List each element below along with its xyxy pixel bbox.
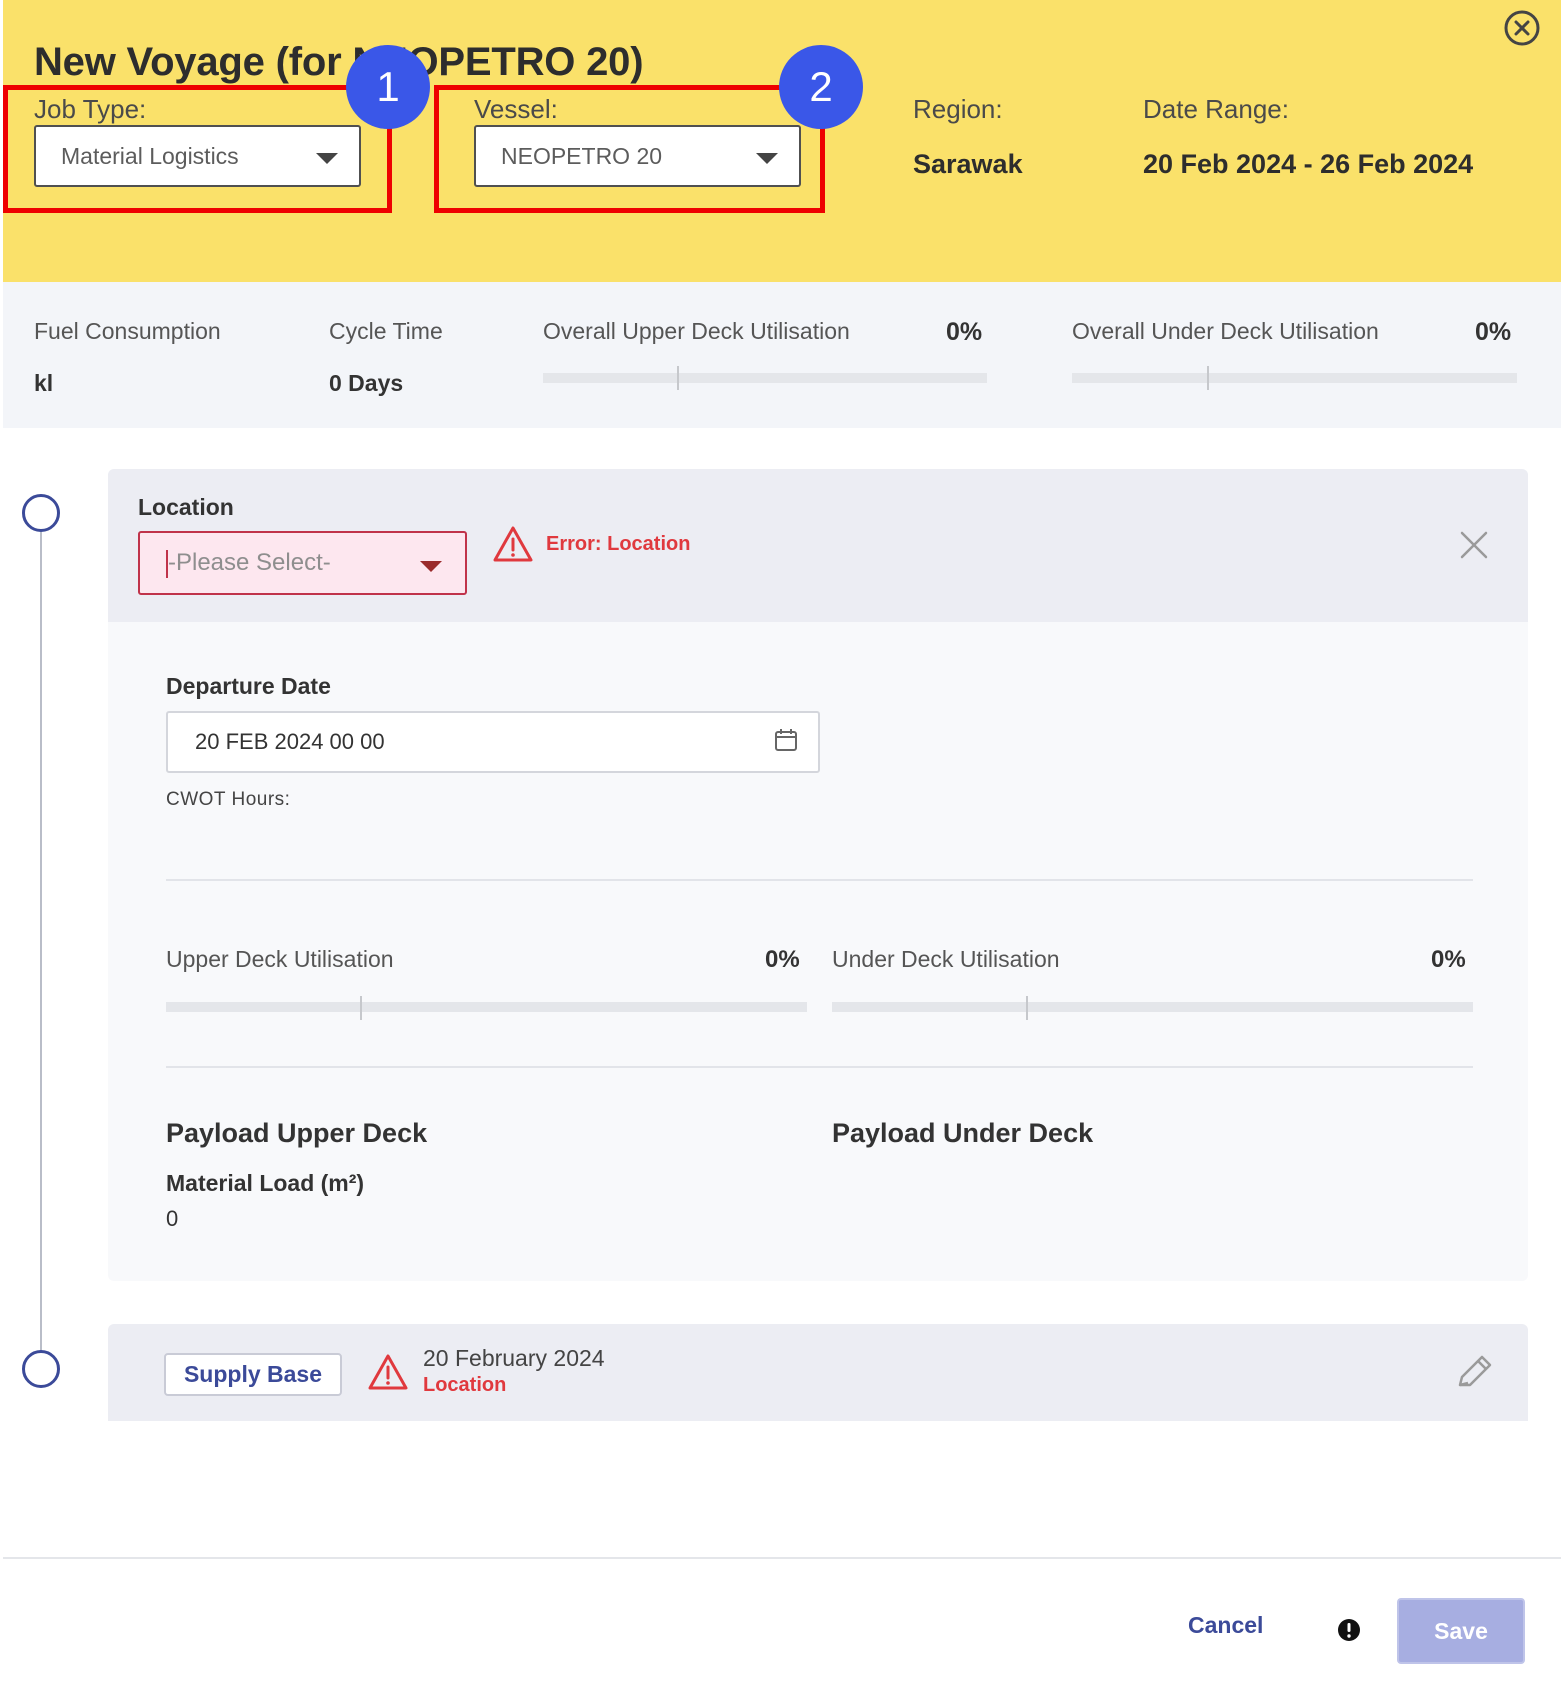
material-load-value: 0 [166,1206,179,1231]
material-load-label: Material Load (m²) [166,1170,365,1196]
location-error-text: Error: Location [546,533,691,555]
supply-base-date: 20 February 2024 [423,1345,605,1371]
upper-deck-util-tick [360,996,362,1020]
fuel-consumption-value: kl [34,370,54,396]
section-divider [166,879,1473,881]
date-range-label: Date Range: [1143,94,1289,124]
cancel-button[interactable]: Cancel [1188,1612,1263,1639]
overall-under-deck-bar [1072,373,1517,383]
payload-upper-deck-title: Payload Upper Deck [166,1118,428,1148]
upper-deck-util-label: Upper Deck Utilisation [166,946,394,972]
upper-deck-util-bar [166,1002,807,1012]
departure-date-label: Departure Date [166,673,331,699]
overall-upper-deck-label: Overall Upper Deck Utilisation [543,318,850,344]
timeline-line [40,532,42,1352]
location-label: Location [138,494,234,520]
page-title: New Voyage (for NEOPETRO 20) [34,40,644,84]
callout-box-2 [434,85,825,213]
cwot-hours-label: CWOT Hours: [166,789,291,810]
under-deck-util-tick [1026,996,1028,1020]
callout-box-1 [3,85,392,213]
timeline-node-location [22,494,60,532]
payload-under-deck-title: Payload Under Deck [832,1118,1094,1148]
save-button[interactable]: Save [1397,1598,1525,1664]
info-icon[interactable] [1337,1618,1361,1642]
footer-divider [3,1557,1561,1559]
departure-date-value: 20 FEB 2024 00 00 [195,729,385,754]
fuel-consumption-label: Fuel Consumption [34,318,221,344]
section-divider [166,1066,1473,1068]
overall-upper-deck-bar [543,373,987,383]
warning-icon [493,526,533,562]
timeline-node-supply-base [22,1350,60,1388]
under-deck-util-bar [832,1002,1473,1012]
overall-under-deck-value: 0% [1475,318,1512,346]
callout-badge-1: 1 [346,45,430,129]
close-icon[interactable] [1459,530,1489,560]
pencil-icon[interactable] [1452,1353,1494,1395]
date-range-value: 20 Feb 2024 - 26 Feb 2024 [1143,149,1474,179]
departure-date-input[interactable]: 20 FEB 2024 00 00 [166,711,820,773]
circle-close-icon[interactable] [1502,8,1542,48]
voyage-summary [3,282,1561,428]
overall-under-deck-label: Overall Under Deck Utilisation [1072,318,1379,344]
text-cursor [166,550,168,578]
callout-badge-2: 2 [779,45,863,129]
calendar-icon[interactable] [774,728,798,752]
cycle-time-value: 0 Days [329,370,404,396]
location-placeholder: -Please Select- [168,549,331,576]
overall-under-deck-tick [1207,366,1209,390]
upper-deck-util-value: 0% [765,946,800,973]
under-deck-util-label: Under Deck Utilisation [832,946,1060,972]
overall-upper-deck-value: 0% [946,318,983,346]
cycle-time-label: Cycle Time [329,318,443,344]
under-deck-util-value: 0% [1431,946,1466,973]
region-label: Region: [913,94,1003,124]
supply-base-tag: Supply Base [164,1353,342,1396]
chevron-down-icon [420,561,442,572]
warning-icon [368,1354,408,1390]
overall-upper-deck-tick [677,366,679,390]
location-select[interactable]: -Please Select- [138,531,467,595]
region-value: Sarawak [913,149,1023,179]
supply-base-error-text: Location [423,1374,507,1396]
